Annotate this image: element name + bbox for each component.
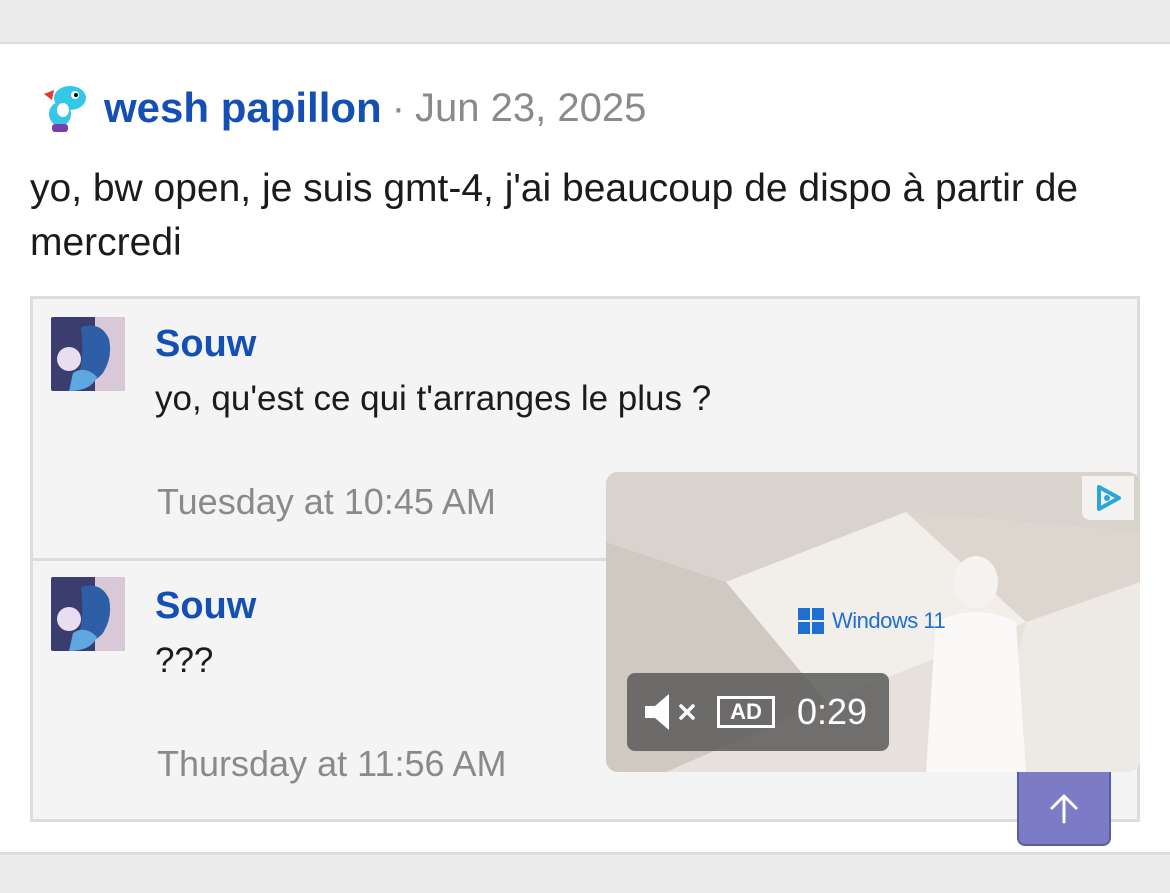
reply-time[interactable]: Thursday at 11:56 AM — [157, 743, 507, 785]
reply-text: yo, qu'est ce qui t'arranges le plus ? — [155, 379, 712, 418]
reply-author-avatar[interactable] — [51, 317, 125, 391]
windows-icon — [798, 608, 824, 634]
adchoices-icon — [1097, 485, 1121, 511]
ad-label-badge: AD — [717, 696, 775, 728]
meta-separator: · — [391, 85, 406, 130]
scroll-to-top-button[interactable] — [1017, 772, 1111, 846]
reply-author-name[interactable]: Souw — [155, 323, 256, 366]
arrow-up-icon — [1050, 794, 1078, 824]
windows-11-logo: Windows 11 — [798, 608, 946, 634]
reply-author-avatar[interactable] — [51, 577, 125, 651]
adchoices-button[interactable] — [1082, 476, 1134, 520]
post-header: wesh papillon · Jun 23, 2025 — [30, 80, 646, 136]
post-date[interactable]: Jun 23, 2025 — [415, 86, 646, 131]
top-divider — [0, 0, 1170, 44]
ad-control-bar: AD 0:29 — [627, 673, 889, 751]
post-body: yo, bw open, je suis gmt-4, j'ai beaucou… — [30, 167, 1079, 264]
video-ad[interactable]: Windows 11 AD 0:29 — [606, 472, 1140, 772]
ad-brand-text: Windows 11 — [832, 608, 946, 633]
reply-author-name[interactable]: Souw — [155, 585, 256, 628]
speaker-muted-icon[interactable] — [641, 692, 703, 732]
reply-time[interactable]: Tuesday at 10:45 AM — [157, 481, 496, 523]
post-author-avatar[interactable] — [30, 80, 92, 136]
bottom-divider — [0, 852, 1170, 893]
ad-countdown: 0:29 — [797, 691, 868, 732]
post-author-name[interactable]: wesh papillon — [104, 84, 382, 132]
reply-text: ??? — [155, 641, 214, 680]
